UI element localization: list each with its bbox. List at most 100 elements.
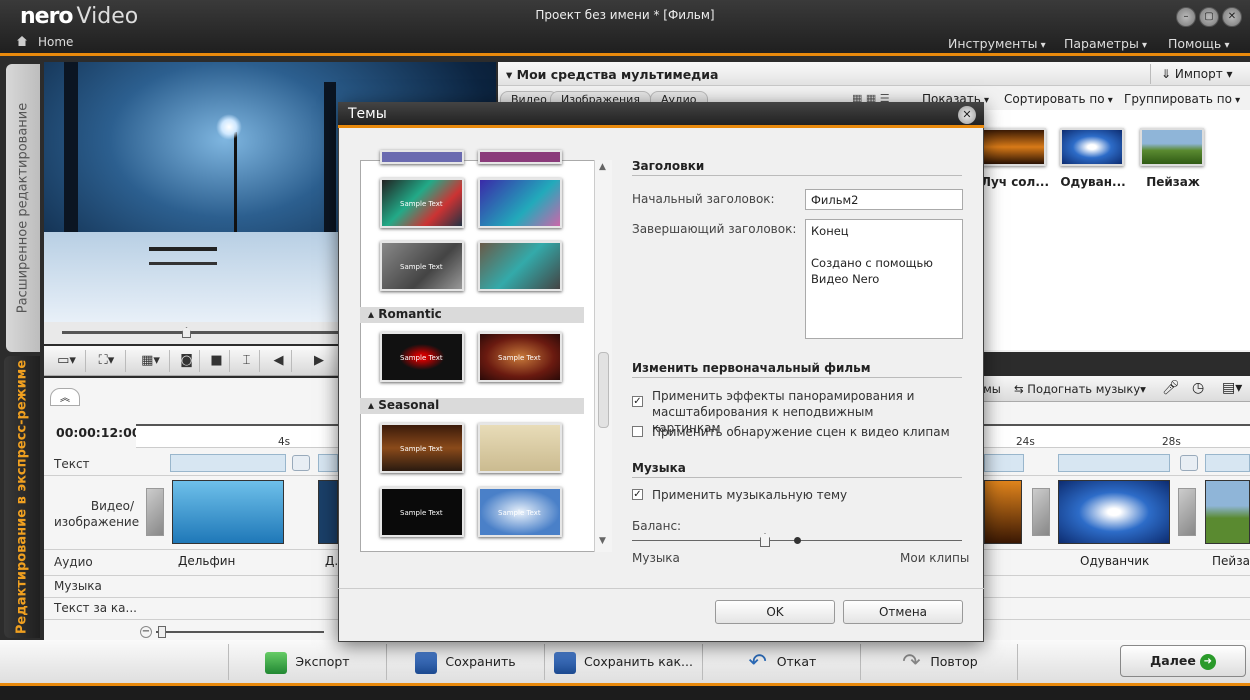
track-label-audio: Аудио xyxy=(54,555,93,569)
media-thumb-landscape[interactable] xyxy=(1140,128,1204,166)
scroll-thumb[interactable] xyxy=(598,352,609,428)
display-mode-icon[interactable]: ▭▾ xyxy=(48,350,86,372)
theme-thumb[interactable] xyxy=(478,178,562,228)
zoom-out-icon[interactable]: − xyxy=(140,626,152,638)
ruler-label: 4s xyxy=(278,436,291,448)
scene-checkbox[interactable] xyxy=(632,426,643,437)
theme-list-scrollbar[interactable]: ▲ ▼ xyxy=(594,160,612,552)
scroll-up-icon[interactable]: ▲ xyxy=(599,162,606,172)
transition-slot[interactable] xyxy=(1032,488,1050,536)
import-button[interactable]: ⇓ Импорт ▾ xyxy=(1150,64,1246,84)
fullscreen-icon[interactable]: ⛶▾ xyxy=(88,350,126,372)
home-link[interactable]: Home xyxy=(38,35,73,49)
bench xyxy=(149,247,217,265)
media-title[interactable]: ▾ Мои средства мультимедиа xyxy=(506,67,718,82)
ruler-label: 24s xyxy=(1016,436,1035,448)
text-slot[interactable] xyxy=(1205,454,1250,472)
clip-dandelion[interactable] xyxy=(1058,480,1170,544)
theme-thumb[interactable]: Sample Text xyxy=(380,332,464,382)
tab-express-editing[interactable]: Редактирование в экспресс-режиме xyxy=(4,356,40,638)
text-slot[interactable] xyxy=(170,454,286,472)
collapse-icon[interactable]: ︽ xyxy=(50,388,80,406)
save-as-button[interactable]: Сохранить как... xyxy=(544,644,702,680)
transition-slot[interactable] xyxy=(1178,488,1196,536)
menu-params[interactable]: Параметры xyxy=(1064,36,1147,51)
theme-thumb[interactable]: Sample Text xyxy=(478,332,562,382)
zoom-slider[interactable]: − xyxy=(136,624,340,640)
balance-center-mark xyxy=(794,537,801,544)
maximize-button[interactable]: ▢ xyxy=(1199,7,1219,27)
play-icon[interactable]: ▶ xyxy=(306,350,332,372)
media-label-landscape: Пейзаж xyxy=(1146,175,1200,189)
stop-icon[interactable]: ■ xyxy=(204,350,230,372)
theme-thumb[interactable]: Sample Text xyxy=(478,487,562,537)
save-button[interactable]: Сохранить xyxy=(386,644,544,680)
next-button[interactable]: Далее ➜ xyxy=(1120,645,1246,677)
music-checkbox[interactable]: ✓ xyxy=(632,489,643,500)
window-title: Проект без имени * [Фильм] xyxy=(535,8,715,22)
next-arrow-icon: ➜ xyxy=(1199,653,1216,670)
aspect-icon[interactable]: ▦▾ xyxy=(132,350,170,372)
theme-thumb[interactable] xyxy=(478,150,562,164)
scroll-down-icon[interactable]: ▼ xyxy=(599,536,606,546)
theme-thumb[interactable]: Sample Text xyxy=(380,178,464,228)
clip-label: Пейзаж xyxy=(1212,554,1250,568)
split-icon[interactable]: ⌶ xyxy=(234,350,260,372)
scrubber-knob[interactable] xyxy=(182,327,191,338)
text-slot[interactable] xyxy=(318,454,338,472)
tree-trunk xyxy=(324,82,336,252)
link-icon[interactable] xyxy=(1180,455,1198,471)
export-button[interactable]: Экспорт xyxy=(228,644,386,680)
menu-help[interactable]: Помощь xyxy=(1168,36,1229,51)
media-thumb-sunbeam[interactable] xyxy=(982,128,1046,166)
end-title-input[interactable]: Конец Создано с помощью Видео Nero xyxy=(805,219,963,339)
media-label-dandelion: Одуван... xyxy=(1060,175,1126,189)
transition-slot[interactable] xyxy=(146,488,164,536)
timer-icon[interactable]: ◷ xyxy=(1192,380,1204,396)
zoom-track xyxy=(156,631,324,633)
text-slot[interactable] xyxy=(1058,454,1170,472)
start-title-input[interactable] xyxy=(805,189,963,210)
redo-button[interactable]: ↷ Повтор xyxy=(860,644,1018,680)
link-icon[interactable] xyxy=(292,455,310,471)
prev-frame-icon[interactable]: ◀ xyxy=(266,350,292,372)
pan-checkbox[interactable]: ✓ xyxy=(632,396,643,407)
fit-music-button[interactable]: ⇆ Подогнать музыку▾ xyxy=(1014,382,1146,396)
music-label: Применить музыкальную тему xyxy=(652,488,848,502)
section-titles: Заголовки xyxy=(632,159,962,176)
cancel-button[interactable]: Отмена xyxy=(843,600,963,624)
snapshot-icon[interactable]: ◙ xyxy=(174,350,200,372)
clip-sunbeam[interactable] xyxy=(984,480,1022,544)
theme-thumb[interactable] xyxy=(478,241,562,291)
clip-partial[interactable] xyxy=(318,480,338,544)
tab-advanced-editing[interactable]: Расширенное редактирование xyxy=(6,64,40,352)
category-seasonal[interactable]: ▴ Seasonal xyxy=(360,398,584,414)
more-icon[interactable]: ▤▾ xyxy=(1222,380,1242,396)
dialog-close-icon[interactable]: ✕ xyxy=(958,106,976,124)
ok-button[interactable]: OK xyxy=(715,600,835,624)
undo-button[interactable]: ↶ Откат xyxy=(702,644,860,680)
zoom-knob[interactable] xyxy=(158,626,166,638)
menu-tools[interactable]: Инструменты xyxy=(948,36,1046,51)
microphone-icon[interactable]: 🎤︎ xyxy=(1162,380,1180,396)
theme-thumb[interactable]: Sample Text xyxy=(380,423,464,473)
category-romantic[interactable]: ▴ Romantic xyxy=(360,307,584,323)
track-label-video: Видео/ изображение xyxy=(54,499,140,529)
sort-dropdown[interactable]: Сортировать по xyxy=(1004,92,1113,106)
theme-thumb[interactable] xyxy=(478,423,562,473)
minimize-button[interactable]: – xyxy=(1176,7,1196,27)
timecode: 00:00:12:00 xyxy=(56,425,141,440)
theme-thumb[interactable] xyxy=(380,150,464,164)
balance-right-label: Мои клипы xyxy=(900,551,970,565)
theme-thumb[interactable]: Sample Text xyxy=(380,241,464,291)
section-music: Музыка xyxy=(632,461,962,478)
clip-dolphin[interactable] xyxy=(172,480,284,544)
save-icon xyxy=(415,651,438,674)
close-button[interactable]: ✕ xyxy=(1222,7,1242,27)
clip-landscape[interactable] xyxy=(1205,480,1250,544)
group-dropdown[interactable]: Группировать по xyxy=(1124,92,1240,106)
sample-text: Sample Text xyxy=(400,509,443,517)
theme-thumb[interactable]: Sample Text xyxy=(380,487,464,537)
text-slot[interactable] xyxy=(984,454,1024,472)
media-thumb-dandelion[interactable] xyxy=(1060,128,1124,166)
